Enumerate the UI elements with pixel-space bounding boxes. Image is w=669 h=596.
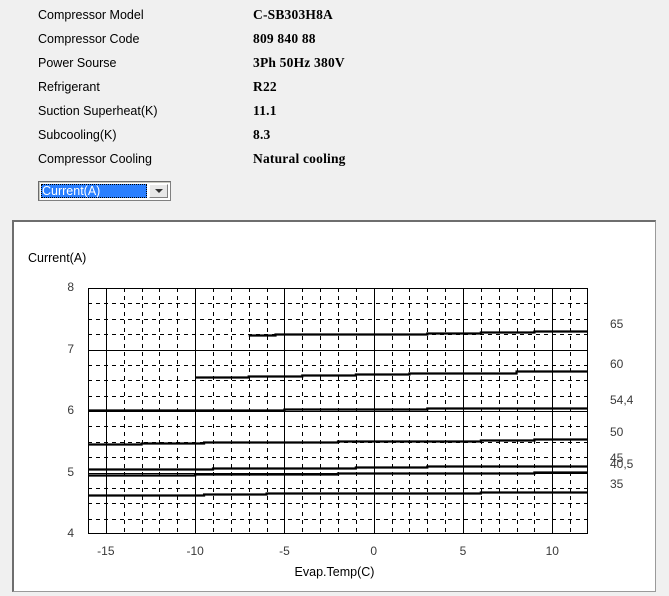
- info-label-compressor-model: Compressor Model: [38, 8, 144, 22]
- info-label-compressor-cooling: Compressor Cooling: [38, 152, 152, 166]
- right-axis-label-54-4: 54,4: [610, 392, 634, 407]
- series-line-54,4: [88, 407, 588, 412]
- x-axis-title: Evap.Temp(C): [294, 565, 375, 579]
- y-axis-tick-5: 5: [67, 464, 74, 479]
- x-axis-tick--5: -5: [279, 544, 290, 558]
- info-value-suction-superheat: 11.1: [253, 103, 277, 118]
- info-label-subcooling: Subcooling(K): [38, 128, 117, 142]
- chart-svg: [88, 288, 588, 534]
- info-row: Compressor Model C-SB303H8A: [38, 4, 333, 26]
- info-value-subcooling: 8.3: [253, 127, 271, 142]
- info-label-compressor-code: Compressor Code: [38, 32, 140, 46]
- y-axis-tick-8: 8: [67, 280, 74, 294]
- x-axis-tick--10: -10: [186, 544, 204, 558]
- info-row: Suction Superheat(K) 11.1: [38, 100, 277, 122]
- y-axis-tick-7: 7: [67, 341, 74, 356]
- info-label-power-sourse: Power Sourse: [38, 56, 117, 70]
- info-value-compressor-cooling: Natural cooling: [253, 151, 346, 166]
- chart-plot-area: [88, 288, 588, 534]
- x-axis-tick--15: -15: [97, 544, 115, 558]
- y-axis-tick-6: 6: [67, 403, 74, 417]
- right-axis-label-35: 35: [610, 477, 624, 492]
- chevron-down-icon[interactable]: [149, 184, 168, 198]
- parameter-dropdown-value[interactable]: Current(A): [41, 184, 147, 198]
- series-line-35: [88, 491, 588, 497]
- info-value-compressor-code: 809 840 88: [253, 31, 316, 46]
- info-label-suction-superheat: Suction Superheat(K): [38, 104, 158, 118]
- info-value-compressor-model: C-SB303H8A: [253, 7, 334, 22]
- y-axis-title: Current(A): [28, 251, 87, 265]
- right-axis-label-65: 65: [610, 316, 624, 331]
- info-value-refrigerant: R22: [253, 79, 277, 94]
- info-row: Power Sourse 3Ph 50Hz 380V: [38, 52, 345, 74]
- x-axis-tick-0: 0: [370, 544, 378, 558]
- series-line-60: [195, 370, 588, 379]
- compressor-info-panel: Compressor Model C-SB303H8A Compressor Co…: [0, 0, 669, 218]
- parameter-dropdown[interactable]: Current(A): [38, 181, 171, 201]
- x-axis-tick-5: 5: [459, 544, 467, 558]
- info-value-power-sourse: 3Ph 50Hz 380V: [253, 55, 345, 70]
- info-label-refrigerant: Refrigerant: [38, 80, 100, 94]
- y-axis-tick-4: 4: [67, 526, 74, 540]
- info-row: Subcooling(K) 8.3: [38, 124, 270, 146]
- right-axis-label-60: 60: [610, 357, 624, 372]
- right-axis-label-50: 50: [610, 425, 624, 440]
- right-axis-label-40-5: 40,5: [610, 457, 634, 472]
- info-row: Refrigerant R22: [38, 76, 277, 98]
- info-row: Compressor Cooling Natural cooling: [38, 148, 346, 170]
- x-axis-tick-10: 10: [545, 544, 559, 558]
- info-row: Compressor Code 809 840 88: [38, 28, 316, 50]
